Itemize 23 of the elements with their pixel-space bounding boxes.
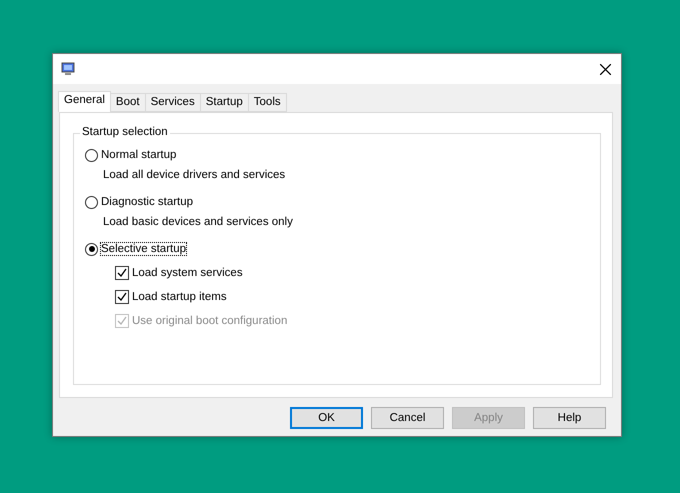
radio-button[interactable]	[85, 242, 98, 256]
checkbox[interactable]	[115, 266, 129, 280]
option-label[interactable]: Selective startup	[101, 243, 186, 255]
tab[interactable]: General	[58, 91, 111, 112]
close-icon[interactable]	[600, 64, 611, 74]
radio-button[interactable]	[85, 196, 98, 208]
tab[interactable]: Tools	[248, 93, 287, 112]
option-description: Load basic devices and services only	[103, 215, 294, 230]
dialog-button[interactable]: Cancel	[371, 407, 444, 429]
radio-button[interactable]	[85, 148, 98, 162]
computer-icon	[61, 62, 75, 76]
tab[interactable]: Startup	[200, 93, 249, 112]
dialog-button[interactable]: Help	[533, 407, 606, 429]
checkbox[interactable]	[115, 290, 129, 304]
option-label[interactable]: Normal startup	[101, 149, 176, 161]
option-label[interactable]: Diagnostic startup	[101, 196, 194, 208]
checkbox-label[interactable]: Load system services	[132, 267, 243, 279]
group-title: Startup selection	[80, 126, 170, 138]
option-description: Load all device drivers and services	[103, 168, 286, 183]
tab[interactable]: Boot	[110, 93, 146, 112]
checkbox-label[interactable]: Load startup items	[132, 291, 227, 303]
dialog-button[interactable]: OK	[290, 407, 363, 429]
tab[interactable]: Services	[144, 93, 201, 112]
